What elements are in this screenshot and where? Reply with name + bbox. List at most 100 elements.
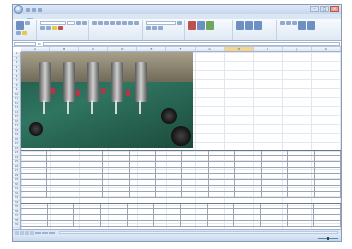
table-cell[interactable] [103,174,130,179]
close-button[interactable]: × [330,6,339,12]
insert-icon[interactable] [236,21,244,30]
table-cell[interactable] [101,204,128,208]
table-cell[interactable] [288,168,315,173]
table-cell[interactable] [154,204,182,208]
table-cell[interactable] [74,215,102,220]
table-cell[interactable] [156,174,183,179]
table-cell[interactable] [128,221,155,226]
column-header-selected[interactable]: H [224,47,254,51]
table-cell[interactable] [235,186,262,191]
table-cell[interactable] [288,215,315,220]
table-cell[interactable] [48,215,75,220]
table-cell[interactable] [288,180,315,185]
table-cell[interactable] [130,162,156,167]
table-cell[interactable] [182,192,209,197]
table-cell[interactable] [182,162,209,167]
align-middle-icon[interactable] [98,21,103,25]
column-header[interactable]: G [196,47,225,51]
table-cell[interactable] [101,221,128,226]
table-cell[interactable] [182,156,209,161]
table-cell[interactable] [47,168,104,173]
table-cell[interactable] [128,215,155,220]
table-cell[interactable] [154,209,182,214]
table-cell[interactable] [235,168,262,173]
table-cell[interactable] [103,186,130,191]
clear-icon[interactable] [292,21,297,25]
name-box[interactable] [14,42,36,46]
table-cell[interactable] [101,215,128,220]
table-cell[interactable] [208,204,235,208]
number-format-select[interactable] [146,21,176,25]
autosum-icon[interactable] [280,21,285,25]
table-cell[interactable] [262,180,289,185]
copy-icon[interactable] [16,31,21,35]
table-cell[interactable] [181,209,208,214]
table-cell[interactable] [130,168,156,173]
table-cell[interactable] [262,162,289,167]
table-cell[interactable] [315,192,341,197]
table-cell[interactable] [234,209,262,214]
table-cell[interactable] [130,186,156,191]
comma-icon[interactable] [152,26,157,30]
table-cell[interactable] [235,174,262,179]
cell-styles-icon[interactable] [206,21,214,30]
table-cell[interactable] [209,174,236,179]
column-header[interactable]: I [254,47,283,51]
column-header[interactable]: E [137,47,167,51]
table-cell[interactable] [21,221,48,226]
table-cell[interactable] [209,151,236,155]
table-cell[interactable] [235,151,262,155]
underline-icon[interactable] [40,26,45,30]
table-cell[interactable] [21,186,48,191]
cut-icon[interactable] [25,21,30,25]
table-cell[interactable] [262,192,289,197]
fx-icon[interactable]: fx [38,42,41,46]
table-cell[interactable] [234,215,262,220]
table-cell[interactable] [314,221,342,226]
font-color-icon[interactable] [58,26,63,30]
save-icon[interactable] [26,7,30,12]
table-cell[interactable] [314,215,342,220]
table-cell[interactable] [315,174,341,179]
table-cell[interactable] [48,204,75,208]
currency-icon[interactable] [177,21,182,25]
table-cell[interactable] [234,204,262,208]
table-cell[interactable] [315,180,341,185]
table-cell[interactable] [21,156,48,161]
table-cell[interactable] [262,168,289,173]
table-cell[interactable] [315,162,341,167]
office-button[interactable] [14,5,23,14]
table-cell[interactable] [47,151,104,155]
table-cell[interactable] [315,156,341,161]
table-cell[interactable] [21,215,48,220]
table-cell[interactable] [47,174,104,179]
column-header[interactable]: B [50,47,80,51]
table-cell[interactable] [209,180,236,185]
font-size-select[interactable] [67,21,75,25]
prev-sheet-icon[interactable] [20,230,24,235]
table-cell[interactable] [47,180,104,185]
align-center-icon[interactable] [122,21,127,25]
table-cell[interactable] [209,192,236,197]
align-bottom-icon[interactable] [104,21,109,25]
align-top-icon[interactable] [92,21,97,25]
wrap-text-icon[interactable] [110,21,115,25]
table-cell[interactable] [209,156,236,161]
zoom-slider[interactable] [318,236,338,240]
table-cell[interactable] [101,209,128,214]
circuit-board-photo[interactable] [21,52,193,148]
table-cell[interactable] [156,162,183,167]
table-cell[interactable] [128,204,155,208]
fill-color-icon[interactable] [52,26,57,30]
table-cell[interactable] [154,215,182,220]
table-cell[interactable] [21,209,48,214]
minimize-button[interactable]: – [310,6,319,12]
table-cell[interactable] [156,192,183,197]
undo-icon[interactable] [32,7,36,12]
column-header[interactable]: J [283,47,312,51]
table-cell[interactable] [21,174,48,179]
table-cell[interactable] [235,180,262,185]
table-cell[interactable] [21,162,48,167]
table-cell[interactable] [130,192,156,197]
horizontal-scrollbar[interactable] [59,231,338,234]
